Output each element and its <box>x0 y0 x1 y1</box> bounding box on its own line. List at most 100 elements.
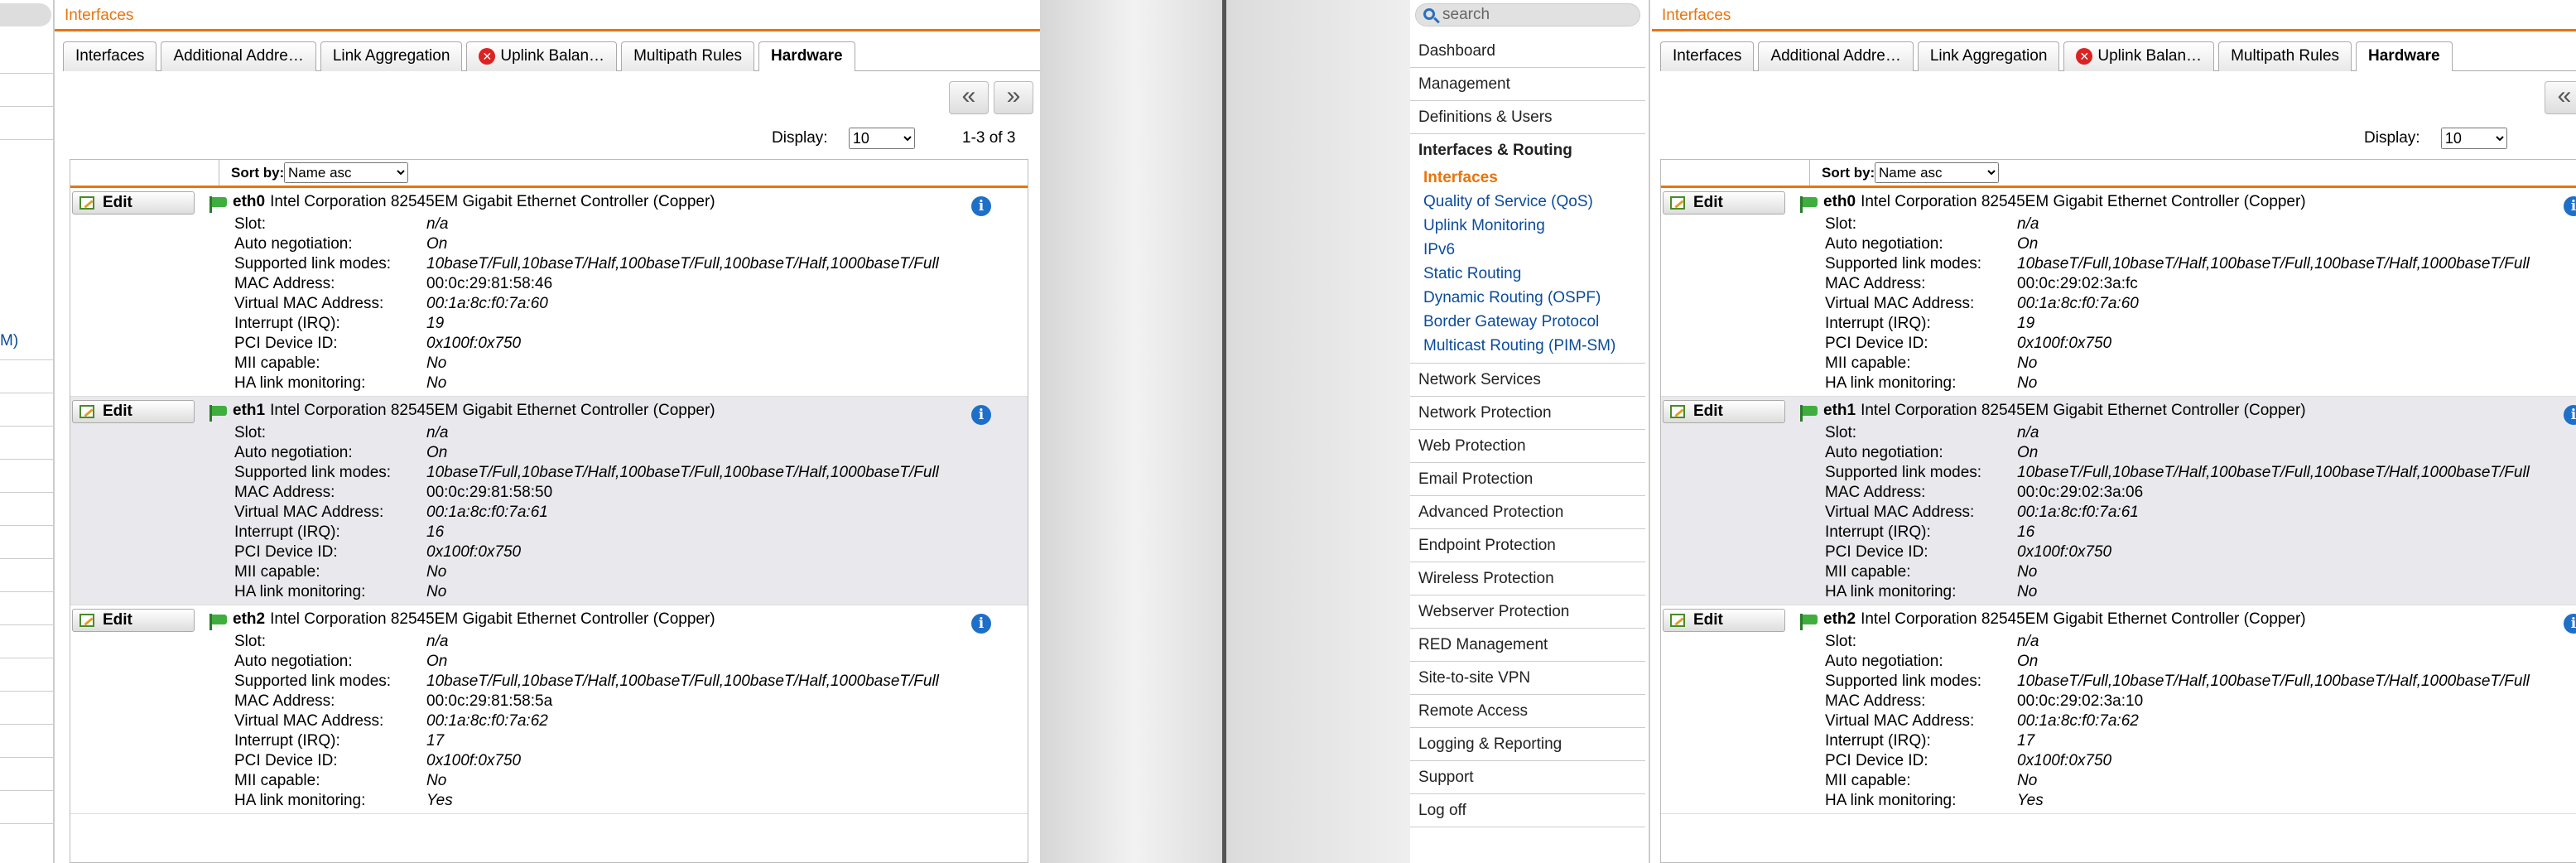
nav-red-management[interactable]: RED Management <box>1410 629 1645 662</box>
sidebar-link-fragment[interactable]: M) <box>0 332 18 350</box>
property-label: MII capable: <box>234 563 320 581</box>
property-label: HA link monitoring: <box>1825 792 1957 809</box>
nav-sub-bgp[interactable]: Border Gateway Protocol <box>1410 310 1645 334</box>
sort-select[interactable]: Name asc <box>284 162 408 183</box>
edit-button[interactable]: Edit <box>1663 609 1785 632</box>
property-supported-link-modes: Supported link modes: 10baseT/Full,10base… <box>234 254 939 274</box>
device-description: Intel Corporation 82545EM Gigabit Ethern… <box>1861 402 2306 419</box>
tab-additional-addresses[interactable]: Additional Addre… <box>161 41 316 71</box>
nav-management[interactable]: Management <box>1410 68 1645 101</box>
first-page-button[interactable]: « <box>949 81 989 114</box>
property-label: Slot: <box>234 215 267 233</box>
property-label: Virtual MAC Address: <box>1825 295 1975 312</box>
nav-sub-interfaces[interactable]: Interfaces <box>1410 166 1645 190</box>
nav-site-to-site-vpn[interactable]: Site-to-site VPN <box>1410 662 1645 695</box>
edit-button[interactable]: Edit <box>72 191 195 215</box>
nav-sub-static-routing[interactable]: Static Routing <box>1410 262 1645 286</box>
tab-multipath-rules[interactable]: Multipath Rules <box>2218 41 2352 71</box>
property-label: PCI Device ID: <box>234 752 338 769</box>
nav-remote-access[interactable]: Remote Access <box>1410 695 1645 728</box>
nav-sub-qos[interactable]: Quality of Service (QoS) <box>1410 190 1645 214</box>
tab-label: Uplink Balan… <box>500 47 605 65</box>
error-icon: ✕ <box>479 47 496 65</box>
tab-interfaces[interactable]: Interfaces <box>1660 41 1755 71</box>
nav-dashboard[interactable]: Dashboard <box>1410 35 1645 68</box>
tab-link-aggregation[interactable]: Link Aggregation <box>1917 41 2060 71</box>
nav-interfaces-routing[interactable]: Interfaces & Routing <box>1410 134 1645 166</box>
property-value: 17 <box>2017 732 2035 750</box>
sort-select[interactable]: Name asc <box>1875 162 1999 183</box>
nav-sub-ospf[interactable]: Dynamic Routing (OSPF) <box>1410 286 1645 310</box>
property-label: HA link monitoring: <box>1825 374 1957 392</box>
last-page-button[interactable]: » <box>994 81 1033 114</box>
window-divider <box>1222 0 1226 863</box>
tab-bar: Interfaces Additional Addre… Link Aggreg… <box>63 41 1040 71</box>
property-label: Supported link modes: <box>1825 464 1982 481</box>
property-label: Supported link modes: <box>234 464 392 481</box>
divider <box>0 359 53 360</box>
tab-uplink-balancing[interactable]: ✕ Uplink Balan… <box>2063 41 2215 71</box>
display-select[interactable]: 10 <box>848 127 915 149</box>
tab-hardware[interactable]: Hardware <box>2356 41 2453 71</box>
property-label: Slot: <box>1825 424 1857 441</box>
edit-button[interactable]: Edit <box>72 609 195 632</box>
nav-submenu: Interfaces Quality of Service (QoS) Upli… <box>1410 166 1645 364</box>
divider <box>0 139 53 140</box>
info-icon[interactable]: i <box>2564 614 2576 634</box>
property-label: Virtual MAC Address: <box>234 504 384 521</box>
nav-log-off[interactable]: Log off <box>1410 794 1645 827</box>
nav-sub-uplink-monitoring[interactable]: Uplink Monitoring <box>1410 214 1645 238</box>
tab-uplink-balancing[interactable]: ✕ Uplink Balan… <box>466 41 618 71</box>
first-page-button[interactable]: « <box>2545 81 2576 114</box>
left-search-fragment[interactable] <box>0 3 51 27</box>
sort-bar-spacer <box>70 160 219 186</box>
info-icon[interactable]: i <box>971 405 991 425</box>
property-value: 00:0c:29:02:3a:10 <box>2017 692 2144 710</box>
edit-button[interactable]: Edit <box>1663 400 1785 423</box>
flag-cloth <box>212 406 227 416</box>
nav-network-protection[interactable]: Network Protection <box>1410 397 1645 430</box>
property-pci-device-id: PCI Device ID: 0x100f:0x750 <box>1825 751 2530 771</box>
sort-label: Sort by: <box>231 165 285 181</box>
status-flag-icon <box>209 196 228 213</box>
edit-button[interactable]: Edit <box>1663 191 1785 215</box>
info-icon[interactable]: i <box>971 196 991 216</box>
nav-email-protection[interactable]: Email Protection <box>1410 463 1645 496</box>
nav-web-protection[interactable]: Web Protection <box>1410 430 1645 463</box>
info-icon[interactable]: i <box>971 614 991 634</box>
tab-additional-addresses[interactable]: Additional Addre… <box>1758 41 1914 71</box>
nav-sub-ipv6[interactable]: IPv6 <box>1410 238 1645 262</box>
tab-link-aggregation[interactable]: Link Aggregation <box>320 41 463 71</box>
edit-button[interactable]: Edit <box>72 400 195 423</box>
search-input[interactable]: search <box>1415 3 1640 27</box>
nav-webserver-protection[interactable]: Webserver Protection <box>1410 595 1645 629</box>
sort-bar: Sort by: Name asc <box>70 160 1028 188</box>
tab-label: Uplink Balan… <box>2097 47 2203 65</box>
device-properties: Slot: n/a Auto negotiation: On Supported lin… <box>234 632 939 811</box>
property-value: No <box>426 583 447 600</box>
info-icon[interactable]: i <box>2564 405 2576 425</box>
display-select[interactable]: 10 <box>2440 127 2507 149</box>
property-value: No <box>2017 354 2038 372</box>
nav-network-services[interactable]: Network Services <box>1410 364 1645 397</box>
nav-logging-reporting[interactable]: Logging & Reporting <box>1410 728 1645 761</box>
device-title: eth2 Intel Corporation 82545EM Gigabit Et… <box>233 610 715 629</box>
property-label: Supported link modes: <box>234 673 392 690</box>
nav-support[interactable]: Support <box>1410 761 1645 794</box>
divider <box>0 106 53 107</box>
info-icon[interactable]: i <box>2564 196 2576 216</box>
nav-definitions-users[interactable]: Definitions & Users <box>1410 101 1645 134</box>
tab-hardware[interactable]: Hardware <box>758 41 855 71</box>
property-supported-link-modes: Supported link modes: 10baseT/Full,10base… <box>234 672 939 692</box>
tab-multipath-rules[interactable]: Multipath Rules <box>621 41 755 71</box>
tab-interfaces[interactable]: Interfaces <box>63 41 157 71</box>
error-icon: ✕ <box>2076 47 2093 65</box>
property-mac-address: MAC Address: 00:0c:29:02:3a:10 <box>1825 692 2530 711</box>
nav-wireless-protection[interactable]: Wireless Protection <box>1410 562 1645 595</box>
nav-endpoint-protection[interactable]: Endpoint Protection <box>1410 529 1645 562</box>
property-value: 19 <box>426 315 445 332</box>
nav-sub-multicast[interactable]: Multicast Routing (PIM-SM) <box>1410 334 1645 358</box>
property-mii-capable: MII capable: No <box>234 562 939 582</box>
device-properties: Slot: n/a Auto negotiation: On Supported lin… <box>234 423 939 602</box>
nav-advanced-protection[interactable]: Advanced Protection <box>1410 496 1645 529</box>
